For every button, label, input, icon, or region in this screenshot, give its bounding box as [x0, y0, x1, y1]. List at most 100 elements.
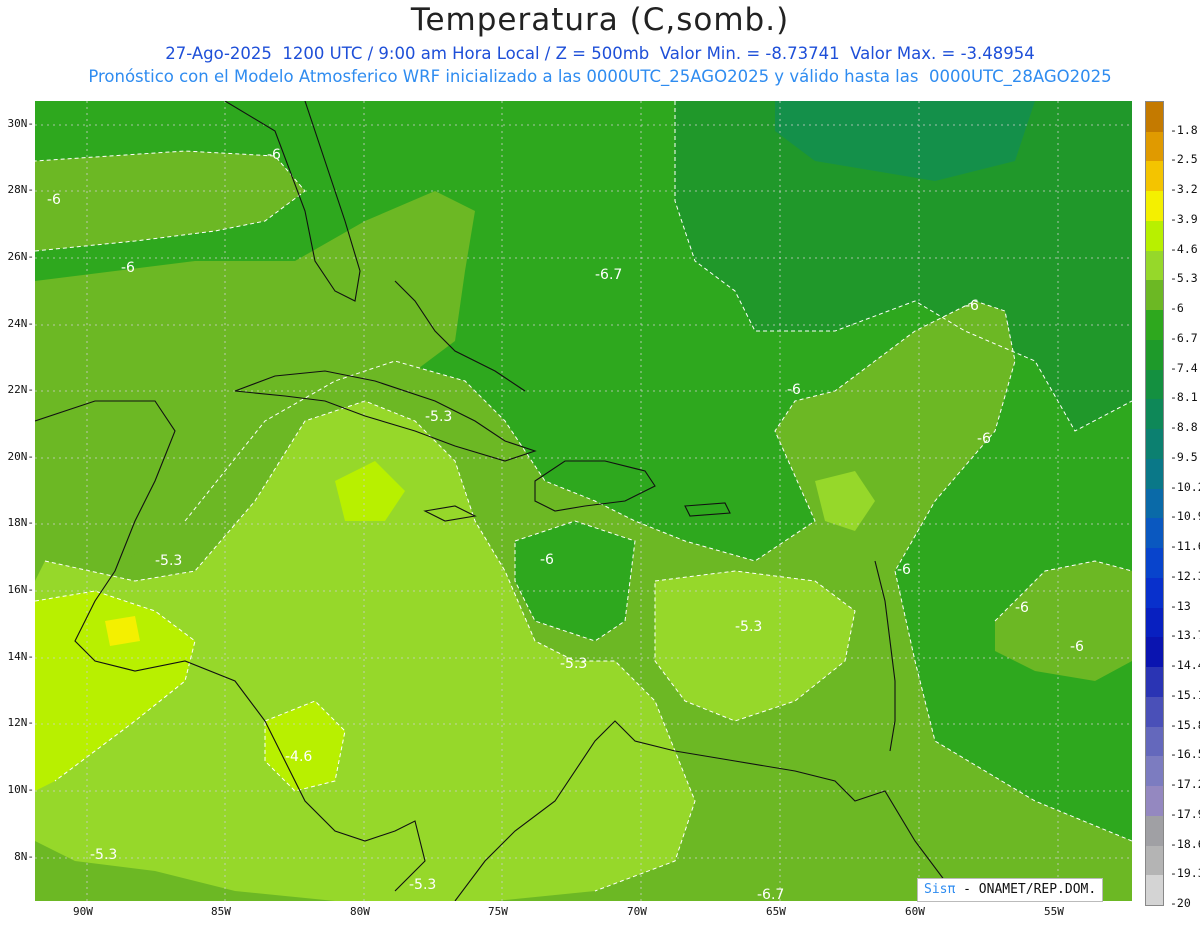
latitude-label: 10N-: [7, 783, 35, 796]
contour-label: -6.7: [757, 887, 785, 901]
contour-label: -6: [977, 431, 991, 447]
contour-label: -5.3: [560, 656, 588, 672]
temperature-map[interactable]: -6 -6 -6 -6.7 -6 -6 -6 -5.3 -5.3 -6 -6 -5.3 -5.3 -6 -6…: [35, 101, 1132, 901]
legend-swatch: [1146, 161, 1163, 192]
credit-text: - ONAMET/REP.DOM.: [955, 882, 1097, 897]
longitude-label: 70W: [627, 905, 647, 918]
legend-label: -17.2: [1170, 777, 1200, 792]
legend-label: -13.7: [1170, 628, 1200, 643]
legend-swatch: [1146, 548, 1163, 579]
legend-swatch: [1146, 102, 1163, 133]
latitude-label: 12N-: [7, 716, 35, 729]
legend-swatch: [1146, 756, 1163, 787]
contour-label: -6: [1070, 639, 1084, 655]
legend-label: -10.9: [1170, 509, 1200, 524]
legend-swatch: [1146, 429, 1163, 460]
latitude-label: 30N-: [7, 117, 35, 130]
legend-swatch: [1146, 458, 1163, 490]
legend-swatch: [1146, 191, 1163, 222]
legend-label: -19.3: [1170, 866, 1200, 881]
legend-label: -13: [1170, 598, 1191, 613]
legend-swatch: [1146, 310, 1163, 341]
legend-label: -11.6: [1170, 539, 1200, 554]
latitude-label: 26N-: [7, 250, 35, 263]
contour-label: -6: [121, 260, 135, 276]
legend-swatch: [1146, 131, 1163, 162]
legend-swatch: [1146, 250, 1163, 281]
map-subtitle-valid-time: 27-Ago-2025 1200 UTC / 9:00 am Hora Loca…: [165, 44, 1035, 63]
field-max-spot: [105, 616, 140, 646]
longitude-label: 85W: [211, 905, 231, 918]
legend-label: -6.7: [1170, 330, 1198, 345]
legend-swatch: [1146, 786, 1163, 817]
legend-swatch: [1146, 220, 1163, 252]
legend-swatch: [1146, 280, 1163, 311]
legend-swatch: [1146, 667, 1163, 698]
legend-swatch: [1146, 815, 1163, 846]
contour-label: -5.3: [735, 619, 763, 635]
legend-label: -6: [1170, 301, 1184, 316]
contour-label: -6: [1015, 600, 1029, 616]
contour-label: -4.6: [285, 749, 313, 765]
contour-label: -5.3: [425, 409, 453, 425]
legend-label: -2.5: [1170, 152, 1198, 167]
contour-label: -6: [47, 192, 61, 208]
legend-swatch: [1146, 875, 1163, 906]
contour-label: -5.3: [90, 847, 118, 863]
longitude-label: 55W: [1044, 905, 1064, 918]
legend-label: -8.1: [1170, 390, 1198, 405]
map-subtitle-model-info: Pronóstico con el Modelo Atmosferico WRF…: [88, 67, 1112, 86]
color-legend-bar: [1145, 101, 1164, 906]
contour-label: -6: [897, 562, 911, 578]
latitude-label: 22N-: [7, 383, 35, 396]
legend-swatch: [1146, 399, 1163, 430]
latitude-label: 14N-: [7, 650, 35, 663]
legend-swatch: [1146, 726, 1163, 757]
legend-label: -12.3: [1170, 568, 1200, 583]
latitude-label: 20N-: [7, 450, 35, 463]
contour-label: -6: [267, 147, 281, 163]
contour-label: -6.7: [595, 267, 623, 283]
longitude-label: 75W: [488, 905, 508, 918]
contour-label: -5.3: [155, 553, 183, 569]
legend-label: -5.3: [1170, 271, 1198, 286]
latitude-label: 8N-: [14, 850, 34, 863]
legend-label: -20: [1170, 896, 1191, 910]
legend-label: -1.8: [1170, 122, 1198, 137]
legend-label: -14.4: [1170, 658, 1200, 673]
latitude-label: 18N-: [7, 516, 35, 529]
longitude-label: 65W: [766, 905, 786, 918]
legend-label: -15.8: [1170, 717, 1200, 732]
legend-label: -8.8: [1170, 420, 1198, 435]
contour-label: -6: [787, 382, 801, 398]
legend-label: -17.9: [1170, 806, 1200, 821]
longitude-label: 90W: [73, 905, 93, 918]
longitude-label: 80W: [350, 905, 370, 918]
legend-swatch: [1146, 339, 1163, 371]
legend-label: -15.1: [1170, 687, 1200, 702]
legend-swatch: [1146, 369, 1163, 400]
credit-box: Sisπ - ONAMET/REP.DOM.: [917, 878, 1104, 902]
legend-label: -16.5: [1170, 747, 1200, 762]
contour-label: -5.3: [409, 877, 437, 893]
legend-label: -3.2: [1170, 182, 1198, 197]
legend-label: -3.9: [1170, 211, 1198, 226]
latitude-label: 24N-: [7, 317, 35, 330]
legend-swatch: [1146, 845, 1163, 876]
credit-brand: Sisπ: [924, 882, 956, 897]
legend-label: -10.2: [1170, 479, 1200, 494]
map-field-svg: [35, 101, 1132, 901]
legend-label: -9.5: [1170, 449, 1198, 464]
latitude-label: 28N-: [7, 183, 35, 196]
longitude-label: 60W: [905, 905, 925, 918]
legend-swatch: [1146, 696, 1163, 728]
legend-swatch: [1146, 607, 1163, 638]
legend-label: -7.4: [1170, 360, 1198, 375]
legend-label: -4.6: [1170, 241, 1198, 256]
latitude-label: 16N-: [7, 583, 35, 596]
map-title: Temperatura (C,somb.): [410, 2, 790, 38]
legend-swatch: [1146, 518, 1163, 549]
contour-label: -6: [965, 298, 979, 314]
contour-label: -6: [540, 552, 554, 568]
legend-swatch: [1146, 637, 1163, 668]
